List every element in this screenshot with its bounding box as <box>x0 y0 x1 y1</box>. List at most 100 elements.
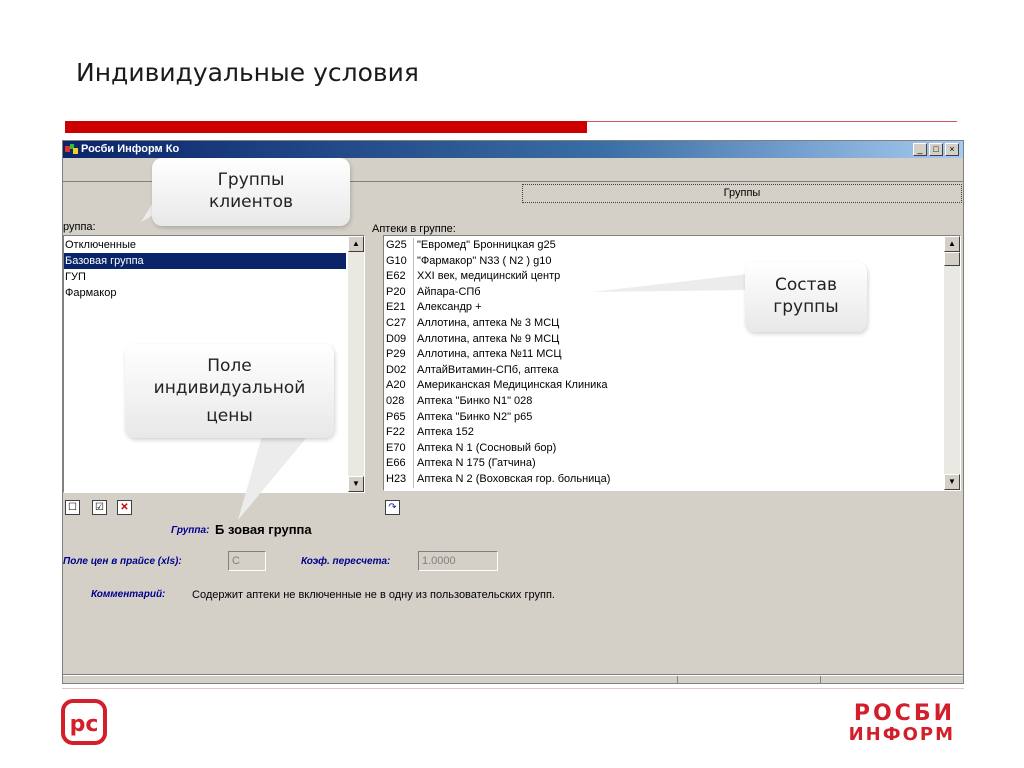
refresh-button[interactable]: ↷ <box>385 500 400 515</box>
table-row[interactable]: P65 Аптека "Бинко N2" p65 <box>384 409 942 426</box>
pharmacy-code: A20 <box>384 378 414 394</box>
comment-label: Комментарий: <box>91 589 166 600</box>
pharmacy-code: E66 <box>384 456 414 472</box>
table-row[interactable]: G25 "Евромед" Бронницкая g25 <box>384 238 942 254</box>
window-titlebar[interactable]: Росби Информ Ко _ □ × <box>63 141 963 158</box>
pharmacy-code: D09 <box>384 331 414 348</box>
scroll-up-icon[interactable]: ▲ <box>348 236 364 252</box>
rosbi-logo-mark-icon: рс <box>61 699 107 745</box>
group-field-value: Б зовая группа <box>215 522 312 537</box>
scroll-up-icon[interactable]: ▲ <box>944 236 960 252</box>
pharmacy-name: Аллотина, аптека № 3 МСЦ <box>417 316 560 329</box>
table-row[interactable]: F22 Аптека 152 <box>384 425 942 441</box>
list-item[interactable]: Базовая группа <box>64 253 346 269</box>
pharmacy-code: E70 <box>384 440 414 457</box>
pharmacy-name: Аптека N 1 (Сосновый бор) <box>417 441 557 454</box>
pharmacy-name: Аптека 152 <box>417 426 474 439</box>
table-row[interactable]: D02 АлтайВитамин-СПб, аптека <box>384 362 942 379</box>
callout-composition: Состав группы <box>745 262 867 332</box>
table-row[interactable]: 028 Аптека "Бинко N1" 028 <box>384 393 942 410</box>
scroll-down-icon[interactable]: ▼ <box>348 476 364 492</box>
table-row[interactable]: E70 Аптека N 1 (Сосновый бор) <box>384 440 942 457</box>
callout-groups: Группы клиентов <box>152 158 350 226</box>
scroll-thumb[interactable] <box>944 252 960 266</box>
pharmacy-name: Александр + <box>417 301 482 314</box>
pharmacy-name: Аптека N 175 (Гатчина) <box>417 457 536 470</box>
callout-tail-price-field <box>238 436 308 520</box>
callout-price-line: индивидуальной <box>153 378 306 398</box>
pharmacy-name: "Евромед" Бронницкая g25 <box>417 239 556 251</box>
status-divider <box>677 676 678 683</box>
pharmacy-code: H23 <box>384 471 414 488</box>
callout-price-line: цены <box>206 406 253 426</box>
groups-label: руппа: <box>63 221 96 233</box>
status-bar-highlight <box>63 675 963 676</box>
table-row[interactable]: P29 Аллотина, аптека №11 МСЦ <box>384 347 942 363</box>
groups-scrollbar[interactable]: ▲ ▼ <box>348 236 364 492</box>
callout-groups-line: Группы <box>217 170 285 190</box>
slide-title: Индивидуальные условия <box>76 58 419 87</box>
pharmacy-name: Аллотина, аптека № 9 МСЦ <box>417 332 560 345</box>
pharmacy-name: Айпара-СПб <box>417 285 481 298</box>
title-accent-bar <box>65 121 587 133</box>
table-row[interactable]: H23 Аптека N 2 (Воховская гор. больница) <box>384 471 942 488</box>
pharmacy-name: Американская Медицинская Клиника <box>417 379 608 392</box>
pharmacy-name: Аптека "Бинко N2" p65 <box>417 410 533 423</box>
callout-price-field: Поле индивидуальной цены <box>125 344 334 438</box>
table-row[interactable]: E66 Аптека N 175 (Гатчина) <box>384 456 942 472</box>
pharmacy-code: F22 <box>384 425 414 441</box>
callout-composition-line: Состав <box>775 275 837 295</box>
pharmacy-code: E62 <box>384 269 414 285</box>
wordmark-line2: ИНФОРМ <box>848 724 955 745</box>
minimize-button[interactable]: _ <box>913 143 927 156</box>
callout-composition-line: группы <box>773 297 839 317</box>
window-controls: _ □ × <box>913 143 959 156</box>
comment-text: Содержит аптеки не включенные не в одну … <box>192 589 555 601</box>
pharmacy-code: P29 <box>384 347 414 363</box>
confirm-button[interactable]: ☑ <box>92 500 107 515</box>
window-title: Росби Информ Ко <box>81 143 180 155</box>
table-row[interactable]: A20 Американская Медицинская Клиника <box>384 378 942 394</box>
new-group-button[interactable]: ☐ <box>65 500 80 515</box>
pharmacy-name: АлтайВитамин-СПб, аптека <box>417 363 559 376</box>
footer-divider <box>62 688 964 689</box>
close-button[interactable]: × <box>945 143 959 156</box>
pharmacy-name: Аптека N 2 (Воховская гор. больница) <box>417 472 611 485</box>
table-row[interactable]: D09 Аллотина, аптека № 9 МСЦ <box>384 331 942 348</box>
app-logo-icon <box>65 144 78 154</box>
callout-price-line: Поле <box>207 356 252 376</box>
pharmacy-code: 028 <box>384 393 414 410</box>
pharmacy-code: P65 <box>384 409 414 426</box>
callout-groups-line: клиентов <box>208 192 294 212</box>
maximize-button[interactable]: □ <box>929 143 943 156</box>
logo-mark-text: рс <box>70 712 99 737</box>
price-column-input[interactable]: C <box>228 551 266 571</box>
pharmacy-name: Аллотина, аптека №11 МСЦ <box>417 348 562 361</box>
pharmacies-scrollbar[interactable]: ▲ ▼ <box>944 236 960 490</box>
list-item[interactable]: Отключенные <box>64 237 346 253</box>
coef-label: Коэф. пересчета: <box>301 556 391 567</box>
pharmacy-code: C27 <box>384 315 414 332</box>
pharmacy-name: "Фармакор" N33 ( N2 ) g10 <box>417 254 552 267</box>
tab-groups[interactable]: Группы <box>522 184 962 203</box>
groups-list: Отключенные Базовая группа ГУП Фармакор <box>64 237 346 301</box>
price-field-label: Поле цен в прайсе (xls): <box>63 556 182 567</box>
pharmacy-code: D02 <box>384 362 414 379</box>
pharmacy-name: XXI век, медицинский центр <box>417 270 561 283</box>
pharmacy-code: E21 <box>384 300 414 316</box>
rosbi-wordmark: РОСБИ ИНФОРМ <box>815 701 955 746</box>
coef-input[interactable]: 1.0000 <box>418 551 498 571</box>
callout-tail-composition <box>592 274 748 292</box>
scroll-down-icon[interactable]: ▼ <box>944 474 960 490</box>
pharmacy-code: G10 <box>384 253 414 270</box>
pharmacy-code: P20 <box>384 284 414 301</box>
pharmacies-label: Аптеки в группе: <box>372 223 456 235</box>
pharmacy-name: Аптека "Бинко N1" 028 <box>417 394 533 407</box>
status-divider <box>820 676 821 683</box>
pharmacy-code: G25 <box>384 238 414 254</box>
list-item[interactable]: Фармакор <box>64 285 346 301</box>
title-divider-line <box>587 121 957 122</box>
list-item[interactable]: ГУП <box>64 269 346 285</box>
delete-group-button[interactable]: ✕ <box>117 500 132 515</box>
wordmark-line1: РОСБИ <box>853 701 955 726</box>
